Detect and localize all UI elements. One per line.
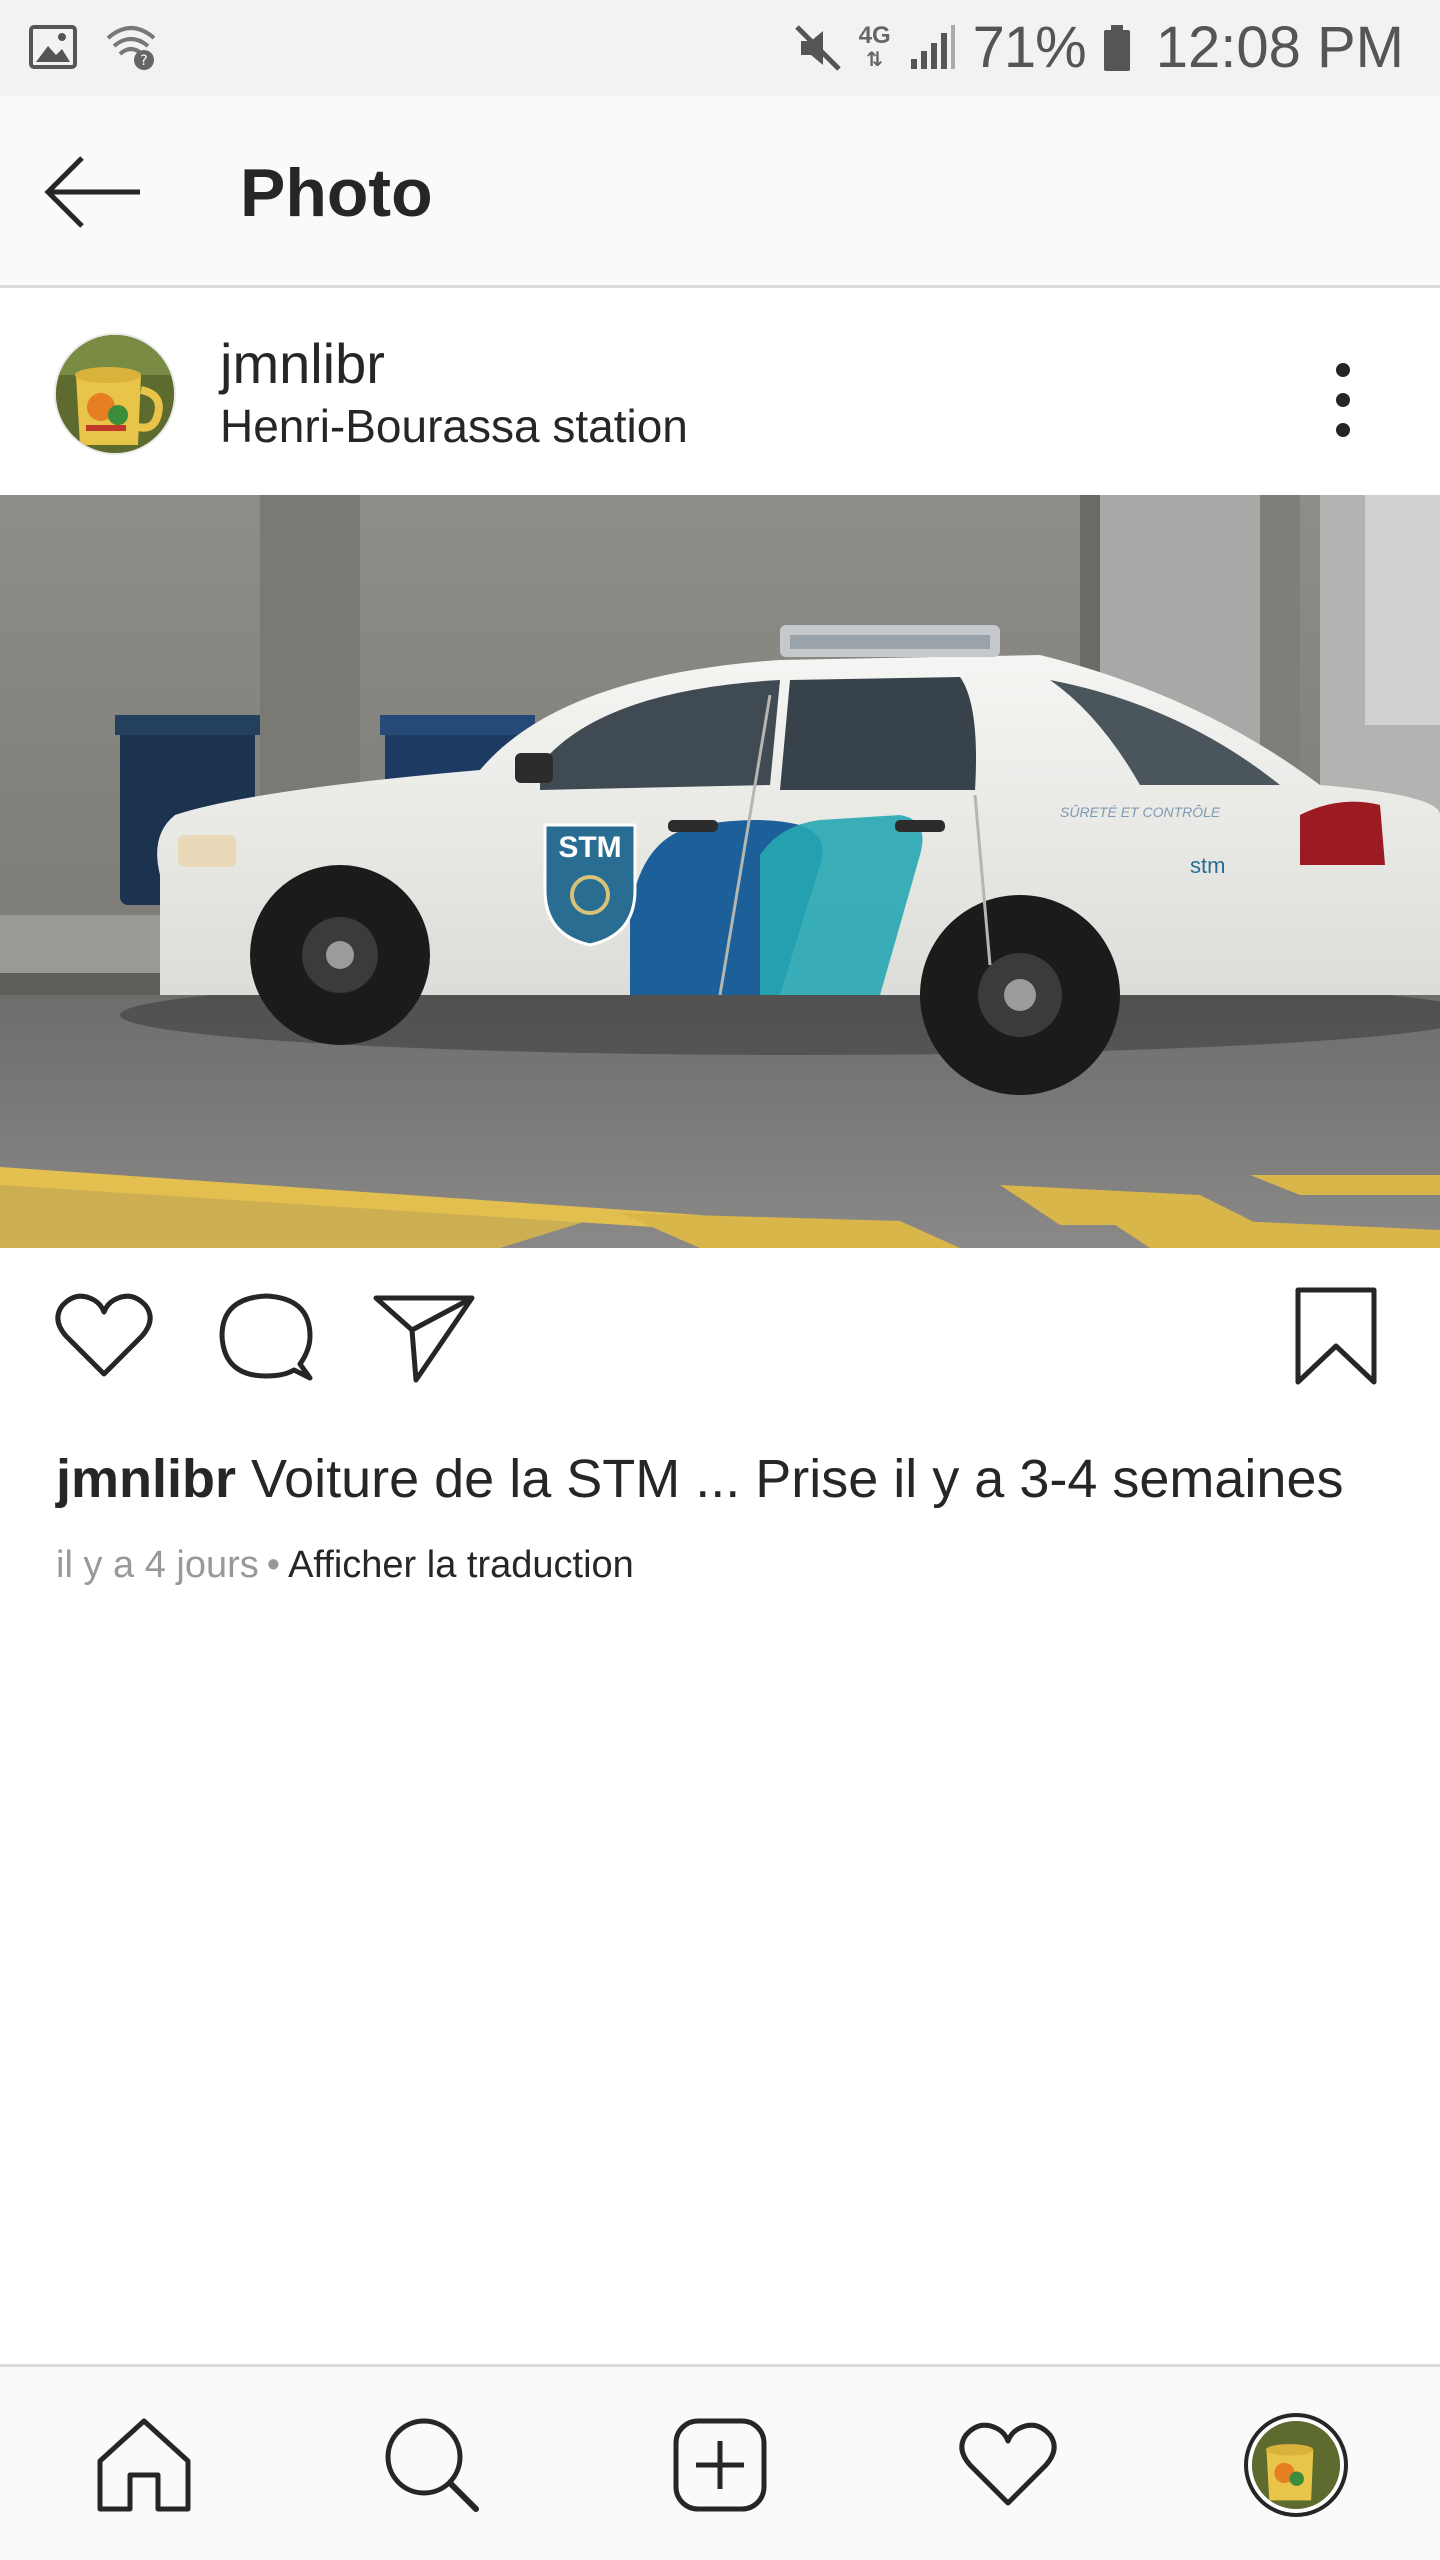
more-dot: [1336, 393, 1350, 407]
image-icon: [29, 25, 77, 69]
post-header: jmnlibr Henri-Bourassa station: [0, 291, 1440, 495]
heart-icon: [55, 1293, 153, 1377]
nav-activity[interactable]: [956, 2413, 1060, 2517]
activity-heart-icon: [959, 2422, 1057, 2506]
post-username[interactable]: jmnlibr: [220, 331, 385, 396]
wifi-question-icon: ?: [106, 26, 156, 70]
comment-button[interactable]: [214, 1284, 318, 1388]
avatar[interactable]: [54, 333, 176, 455]
comment-icon: [219, 1293, 313, 1381]
shield-logo-text: STM: [558, 831, 621, 864]
door-brand: stm: [1190, 853, 1225, 878]
share-button[interactable]: [372, 1284, 476, 1388]
nav-profile[interactable]: [1244, 2413, 1348, 2517]
profile-avatar-image: [1252, 2421, 1340, 2509]
post-actions: [0, 1248, 1440, 1428]
more-options-button[interactable]: [1316, 355, 1370, 445]
caption-text: Voiture de la STM ... Prise il y a 3-4 s…: [251, 1449, 1344, 1509]
nav-add[interactable]: [668, 2413, 772, 2517]
nav-home[interactable]: [92, 2413, 196, 2517]
more-dot: [1336, 423, 1350, 437]
post-time: il y a 4 jours: [56, 1544, 259, 1586]
police-car-photo: STM SÛRETÉ ET CONTRÔLE stm: [0, 495, 1440, 1248]
status-bar: ? 4G ⇅ 71% 12:08 PM: [0, 0, 1440, 96]
search-icon: [385, 2418, 479, 2512]
home-icon: [97, 2418, 191, 2512]
network-type: 4G ⇅: [858, 21, 891, 71]
share-icon: [373, 1295, 475, 1383]
bookmark-icon: [1295, 1287, 1377, 1385]
avatar-image: [56, 335, 174, 453]
svg-text:?: ?: [140, 53, 147, 69]
page-title: Photo: [240, 155, 433, 231]
caption-username[interactable]: jmnlibr: [56, 1449, 236, 1509]
bottom-nav: [0, 2364, 1440, 2560]
battery-icon: [1103, 24, 1130, 71]
nav-search[interactable]: [380, 2413, 484, 2517]
clock: 12:08 PM: [1155, 15, 1404, 80]
post-location[interactable]: Henri-Bourassa station: [220, 399, 688, 453]
arrow-left-icon: [44, 156, 140, 228]
mute-icon: [794, 24, 841, 71]
signal-icon: [910, 24, 955, 69]
meta-separator: •: [266, 1544, 281, 1586]
bookmark-button[interactable]: [1284, 1284, 1388, 1388]
post-meta: il y a 4 jours • Afficher la traduction: [56, 1544, 634, 1587]
app-header: Photo: [0, 96, 1440, 288]
post-photo[interactable]: STM SÛRETÉ ET CONTRÔLE stm: [0, 495, 1440, 1248]
post-caption: jmnlibr Voiture de la STM ... Prise il y…: [56, 1448, 1396, 1510]
door-text: SÛRETÉ ET CONTRÔLE: [1060, 804, 1221, 820]
translate-link[interactable]: Afficher la traduction: [288, 1544, 634, 1586]
like-button[interactable]: [52, 1284, 156, 1388]
back-button[interactable]: [40, 150, 150, 234]
add-icon: [673, 2418, 767, 2512]
battery-percent: 71%: [972, 15, 1087, 80]
profile-avatar: [1252, 2421, 1340, 2509]
more-vertical-icon: [1336, 363, 1350, 377]
